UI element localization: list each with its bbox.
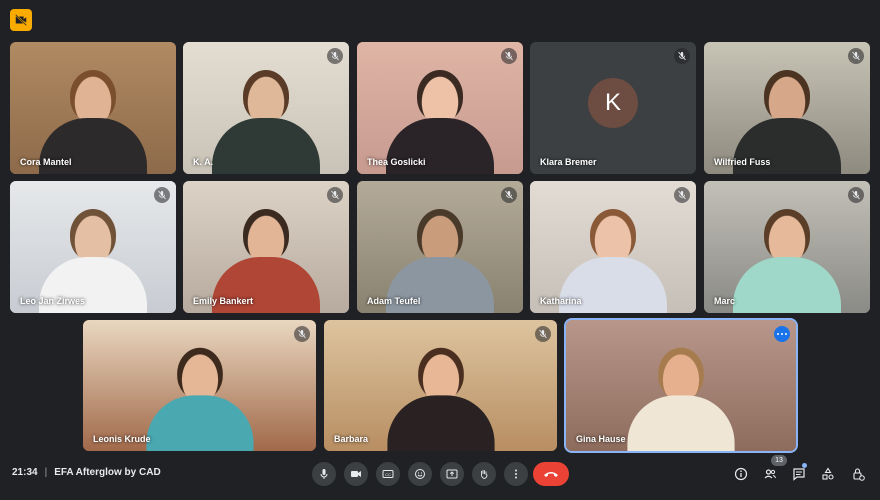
info-icon — [734, 467, 748, 481]
participant-avatar: K — [588, 78, 638, 128]
captions-button[interactable]: CC — [376, 462, 400, 486]
participant-tile[interactable]: K Klara Bremer — [530, 42, 696, 174]
recording-off-badge[interactable] — [10, 9, 32, 31]
chat-icon — [793, 468, 805, 481]
participant-name: Katharina — [540, 296, 582, 306]
participant-name: Leonis Krude — [93, 434, 151, 444]
microphone-off-icon — [327, 48, 343, 64]
participant-video — [183, 181, 349, 313]
meeting-title: EFA Afterglow by CAD — [54, 467, 161, 478]
camera-off-icon — [15, 14, 27, 26]
microphone-off-icon — [674, 187, 690, 203]
microphone-off-icon — [848, 187, 864, 203]
participant-name: Thea Goslicki — [367, 157, 426, 167]
participant-name: Gina Hause — [576, 434, 626, 444]
people-button[interactable] — [760, 464, 780, 484]
host-controls-icon — [853, 468, 865, 481]
participant-video — [10, 42, 176, 174]
participant-tile[interactable]: K. A. — [183, 42, 349, 174]
hang-up-icon — [544, 472, 558, 477]
present-icon — [446, 469, 458, 479]
raise-hand-button[interactable] — [472, 462, 496, 486]
participant-tile[interactable]: Barbara — [324, 320, 557, 451]
camera-button[interactable] — [344, 462, 368, 486]
participant-tile[interactable]: Katharina — [530, 181, 696, 313]
svg-text:CC: CC — [385, 472, 391, 477]
captions-icon: CC — [382, 470, 394, 478]
participant-video — [704, 181, 870, 313]
microphone-off-icon — [848, 48, 864, 64]
participant-name: Emily Bankert — [193, 296, 254, 306]
tile-more-options-icon[interactable] — [774, 326, 790, 342]
present-button[interactable] — [440, 462, 464, 486]
meeting-info: 21:34 | EFA Afterglow by CAD — [12, 467, 161, 478]
participant-tile[interactable]: Leonis Krude — [83, 320, 316, 451]
people-icon — [764, 469, 776, 479]
microphone-off-icon — [154, 187, 170, 203]
participant-video — [10, 181, 176, 313]
activities-button[interactable] — [818, 464, 838, 484]
microphone-button[interactable] — [312, 462, 336, 486]
meeting-time: 21:34 — [12, 467, 38, 478]
participant-video — [530, 181, 696, 313]
microphone-icon — [320, 469, 328, 479]
emoji-button[interactable] — [408, 462, 432, 486]
participant-tile[interactable]: Wilfried Fuss — [704, 42, 870, 174]
participant-video — [83, 320, 316, 451]
participant-name: Marc — [714, 296, 736, 306]
bottom-control-bar: 21:34 | EFA Afterglow by CAD CC 13 — [0, 450, 880, 500]
participant-tile[interactable]: Adam Teufel — [357, 181, 523, 313]
raise-hand-icon — [480, 470, 488, 479]
new-message-indicator — [802, 463, 807, 468]
microphone-off-icon — [327, 187, 343, 203]
participant-figure — [733, 209, 841, 313]
participant-name: Barbara — [334, 434, 369, 444]
host-controls-button[interactable] — [848, 464, 868, 484]
participant-name: Cora Mantel — [20, 157, 72, 167]
participant-tile[interactable]: Emily Bankert — [183, 181, 349, 313]
participant-video — [324, 320, 557, 451]
microphone-off-icon — [674, 48, 690, 64]
more-options-icon — [515, 469, 517, 479]
leave-call-button[interactable] — [533, 462, 569, 486]
microphone-off-icon — [501, 187, 517, 203]
participant-video — [183, 42, 349, 174]
participant-name: Wilfried Fuss — [714, 157, 771, 167]
participant-video — [704, 42, 870, 174]
camera-icon — [351, 471, 361, 477]
activities-icon — [822, 467, 834, 480]
participant-name: Klara Bremer — [540, 157, 597, 167]
participant-video — [357, 181, 523, 313]
microphone-off-icon — [294, 326, 310, 342]
participant-figure — [212, 70, 320, 174]
participant-tile[interactable]: Gina Hause — [566, 320, 796, 451]
meeting-details-button[interactable] — [731, 464, 751, 484]
microphone-off-icon — [535, 326, 551, 342]
meeting-info-separator: | — [44, 467, 48, 478]
participant-tile[interactable]: Cora Mantel — [10, 42, 176, 174]
participant-tile[interactable]: Thea Goslicki — [357, 42, 523, 174]
more-options-button[interactable] — [504, 462, 528, 486]
participant-name: Leo Jan Zirwes — [20, 296, 86, 306]
participant-name: K. A. — [193, 157, 214, 167]
participant-tile[interactable]: Leo Jan Zirwes — [10, 181, 176, 313]
participant-video — [566, 320, 796, 451]
participant-figure — [386, 347, 495, 451]
participant-name: Adam Teufel — [367, 296, 421, 306]
participant-video — [357, 42, 523, 174]
microphone-off-icon — [501, 48, 517, 64]
emoji-icon — [415, 469, 425, 479]
participant-figure — [145, 347, 254, 451]
participant-figure — [627, 347, 735, 451]
participant-tile[interactable]: Marc — [704, 181, 870, 313]
